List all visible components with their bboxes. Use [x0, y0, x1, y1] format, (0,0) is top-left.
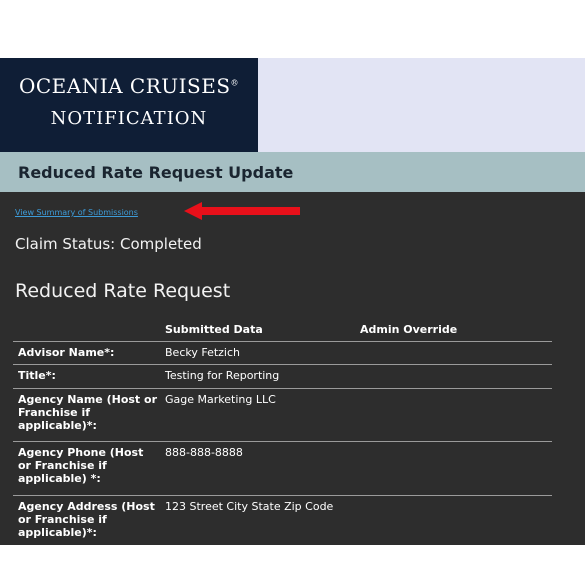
row-label: Agency Phone (Host or Franchise if appli…: [18, 446, 144, 485]
row-label: Agency Address (Host or Franchise if app…: [18, 500, 155, 539]
section-title: Reduced Rate Request: [15, 280, 231, 302]
row-label: Agency Name (Host or Franchise if applic…: [18, 393, 157, 432]
top-margin: [0, 0, 585, 58]
row-label: Advisor Name*:: [18, 346, 115, 359]
page-title: Reduced Rate Request Update: [0, 152, 585, 192]
oceania-logo: OCEANIA CRUISES® NOTIFICATION: [0, 58, 258, 152]
row-value: Becky Fetzich: [165, 346, 241, 359]
table-header: Submitted Data Admin Override: [13, 320, 552, 342]
logo-brand: OCEANIA CRUISES®: [0, 74, 258, 98]
row-value: Testing for Reporting: [165, 369, 280, 382]
view-summary-link[interactable]: View Summary of Submissions: [15, 208, 138, 217]
row-value: Gage Marketing LLC: [165, 393, 276, 406]
row-label: Title*:: [18, 369, 56, 382]
bottom-margin: [0, 545, 585, 585]
column-header-submitted: Submitted Data: [165, 323, 263, 336]
table-row: Agency Name (Host or Franchise if applic…: [13, 389, 552, 442]
table-row: Agency Address (Host or Franchise if app…: [13, 496, 552, 545]
request-table: Submitted Data Admin Override Advisor Na…: [13, 320, 552, 545]
table-row: Title*: Testing for Reporting: [13, 365, 552, 389]
logo-brand-text: OCEANIA CRUISES: [18, 74, 231, 98]
column-header-override: Admin Override: [360, 323, 458, 336]
row-value: 888-888-8888: [165, 446, 243, 459]
table-row: Agency Phone (Host or Franchise if appli…: [13, 442, 552, 496]
claim-status: Claim Status: Completed: [15, 235, 202, 253]
row-value: 123 Street City State Zip Code: [165, 500, 334, 513]
red-arrow-icon: [184, 202, 300, 220]
notification-content: View Summary of Submissions Claim Status…: [0, 192, 585, 545]
registered-mark: ®: [230, 78, 240, 88]
table-row: Advisor Name*: Becky Fetzich: [13, 342, 552, 365]
logo-subtitle: NOTIFICATION: [50, 108, 208, 129]
